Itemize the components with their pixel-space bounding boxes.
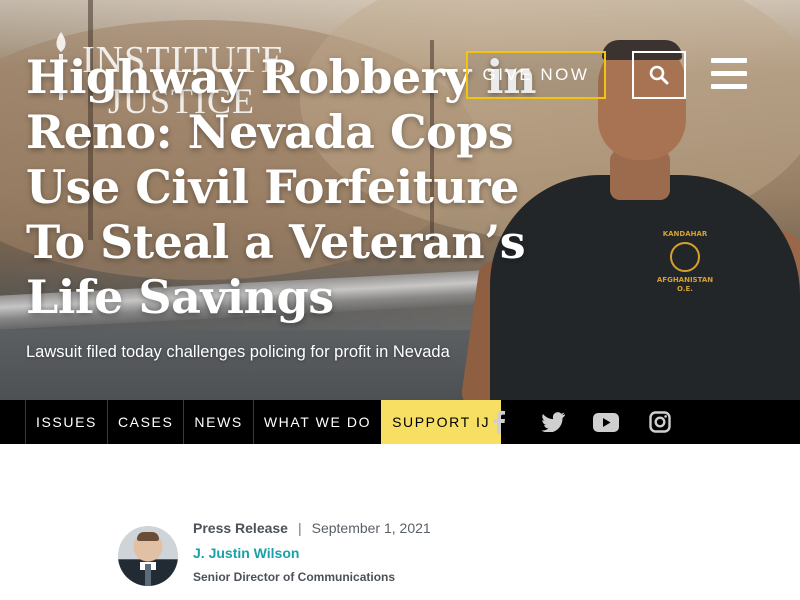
emblem-icon xyxy=(670,242,700,273)
meta-separator: | xyxy=(297,520,302,536)
author-title: Senior Director of Communications xyxy=(193,570,396,584)
author-name-link[interactable]: J. Justin Wilson xyxy=(193,545,299,561)
page-subtitle: Lawsuit filed today challenges policing … xyxy=(26,343,450,361)
youtube-link[interactable] xyxy=(589,400,623,444)
nav-item-what-we-do[interactable]: WHAT WE DO xyxy=(252,400,381,444)
main-navigation: ISSUES CASES NEWS WHAT WE DO SUPPORT IJ xyxy=(0,400,800,444)
shirt-print: KANDAHAR AFGHANISTAN O.E. xyxy=(655,230,715,300)
nav-item-cases[interactable]: CASES xyxy=(106,400,183,444)
instagram-link[interactable] xyxy=(643,400,677,444)
article-date: September 1, 2021 xyxy=(311,520,431,536)
hamburger-menu-icon[interactable] xyxy=(711,58,747,92)
shirt-print-top: KANDAHAR xyxy=(662,230,708,238)
article-type: Press Release xyxy=(193,520,288,536)
shirt-print-bottom: AFGHANISTAN O.E. xyxy=(656,276,714,293)
facebook-icon xyxy=(493,410,505,434)
instagram-icon xyxy=(649,411,671,433)
hero-banner: KANDAHAR AFGHANISTAN O.E. INSTITUTE JUST… xyxy=(0,0,800,400)
nav-item-news[interactable]: NEWS xyxy=(183,400,252,444)
search-icon xyxy=(649,65,669,85)
nav-item-issues[interactable]: ISSUES xyxy=(25,400,107,444)
facebook-link[interactable] xyxy=(482,400,516,444)
give-now-button[interactable]: GIVE NOW xyxy=(466,51,606,99)
youtube-icon xyxy=(593,412,619,432)
twitter-icon xyxy=(541,412,565,432)
author-avatar[interactable] xyxy=(118,526,178,586)
article-meta: Press Release | September 1, 2021 J. Justi… xyxy=(118,518,618,598)
article-type-date: Press Release | September 1, 2021 xyxy=(193,520,431,536)
search-button[interactable] xyxy=(632,51,686,99)
twitter-link[interactable] xyxy=(536,400,570,444)
